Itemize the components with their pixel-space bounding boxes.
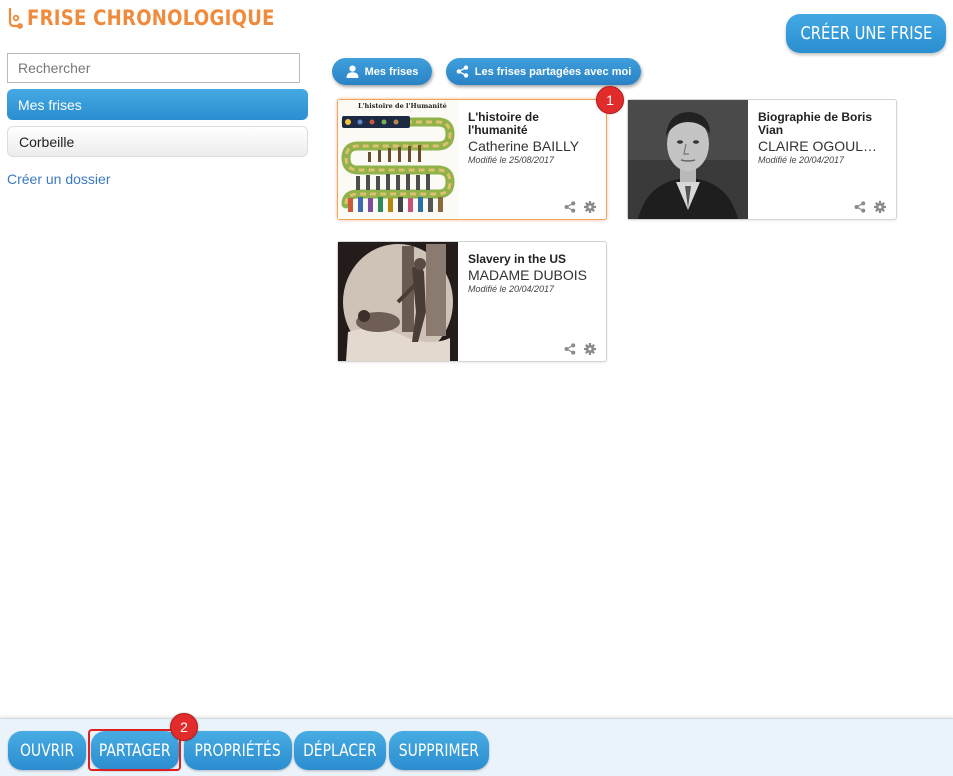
tab-frises-partagees[interactable]: Les frises partagées avec moi: [446, 58, 641, 85]
share-icon: [456, 65, 468, 78]
create-frise-button[interactable]: CRÉER UNE FRISE: [786, 14, 946, 53]
tab-label: Mes frises: [364, 65, 419, 78]
portrait-photo: [628, 100, 748, 219]
share-icon[interactable]: [564, 343, 576, 355]
open-button[interactable]: OUVRIR: [8, 731, 86, 770]
share-icon[interactable]: [854, 201, 866, 213]
tab-mes-frises[interactable]: Mes frises: [332, 58, 432, 85]
frise-title: L'histoire de l'humanité: [468, 110, 539, 137]
move-label: DÉPLACER: [303, 740, 377, 761]
frise-date: Modifié le 20/04/2017: [468, 284, 555, 294]
sidebar-item-mes-frises[interactable]: Mes frises: [7, 89, 308, 120]
sidebar-item-label: Corbeille: [19, 133, 75, 150]
engraving-image: [338, 242, 458, 361]
properties-label: PROPRIÉTÉS: [194, 740, 282, 761]
app-logo[interactable]: FRISE CHRONOLOGIQUE: [7, 6, 315, 30]
frise-card[interactable]: L'histoire de l'Humanité L'histoire de l…: [337, 99, 607, 220]
timeline-logo-icon: [8, 7, 23, 29]
page: FRISE CHRONOLOGIQUE CRÉER UNE FRISE Mes …: [0, 0, 953, 776]
frise-author: CLAIRE OGOULADJI: [758, 139, 886, 154]
thumbnail-caption: L'histoire de l'Humanité: [358, 102, 447, 110]
sidebar-item-corbeille[interactable]: Corbeille: [7, 126, 308, 157]
create-frise-label: CRÉER UNE FRISE: [800, 23, 932, 44]
app-title: FRISE CHRONOLOGIQUE: [27, 6, 275, 30]
gear-icon[interactable]: [584, 343, 596, 355]
gear-icon[interactable]: [874, 201, 886, 213]
share-highlight: [88, 729, 181, 771]
properties-button[interactable]: PROPRIÉTÉS: [184, 731, 292, 770]
delete-button[interactable]: SUPPRIMER: [389, 731, 489, 770]
step-badge-1: 1: [596, 86, 624, 114]
gear-icon[interactable]: [584, 201, 596, 213]
frise-card[interactable]: Slavery in the US MADAME DUBOIS Modifié …: [337, 241, 607, 362]
frise-thumbnail: [338, 242, 458, 361]
frise-card[interactable]: Biographie de Boris Vian CLAIRE OGOULADJ…: [627, 99, 897, 220]
frise-author: MADAME DUBOIS: [468, 268, 588, 283]
frise-thumbnail: L'histoire de l'Humanité: [338, 100, 458, 219]
timeline-illustration: [341, 116, 455, 212]
tab-label: Les frises partagées avec moi: [474, 65, 632, 78]
move-button[interactable]: DÉPLACER: [294, 731, 386, 770]
open-label: OUVRIR: [19, 740, 75, 761]
share-icon[interactable]: [564, 201, 576, 213]
sidebar-item-label: Mes frises: [18, 96, 82, 113]
user-icon: [346, 65, 359, 78]
frise-title: Slavery in the US: [468, 252, 567, 266]
frise-date: Modifié le 20/04/2017: [758, 155, 845, 165]
search-input[interactable]: [7, 53, 300, 83]
frise-title: Biographie de Boris Vian: [758, 110, 873, 137]
create-folder-link[interactable]: Créer un dossier: [7, 171, 111, 187]
frise-author: Catherine BAILLY: [468, 139, 580, 154]
delete-label: SUPPRIMER: [398, 740, 480, 761]
frise-thumbnail: [628, 100, 748, 219]
step-badge-2: 2: [170, 713, 198, 741]
frise-date: Modifié le 25/08/2017: [468, 155, 555, 165]
